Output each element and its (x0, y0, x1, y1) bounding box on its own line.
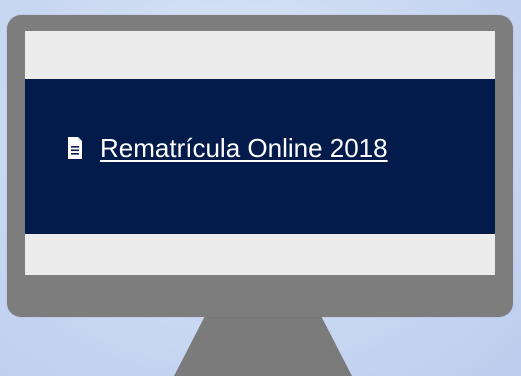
rematricula-link[interactable]: Rematrícula Online 2018 (66, 135, 388, 161)
screen-bottom-strip (25, 234, 495, 275)
screen-top-strip (25, 31, 495, 79)
link-text[interactable]: Rematrícula Online 2018 (100, 135, 388, 161)
document-icon (66, 136, 84, 160)
monitor-screen: Rematrícula Online 2018 (25, 31, 495, 275)
